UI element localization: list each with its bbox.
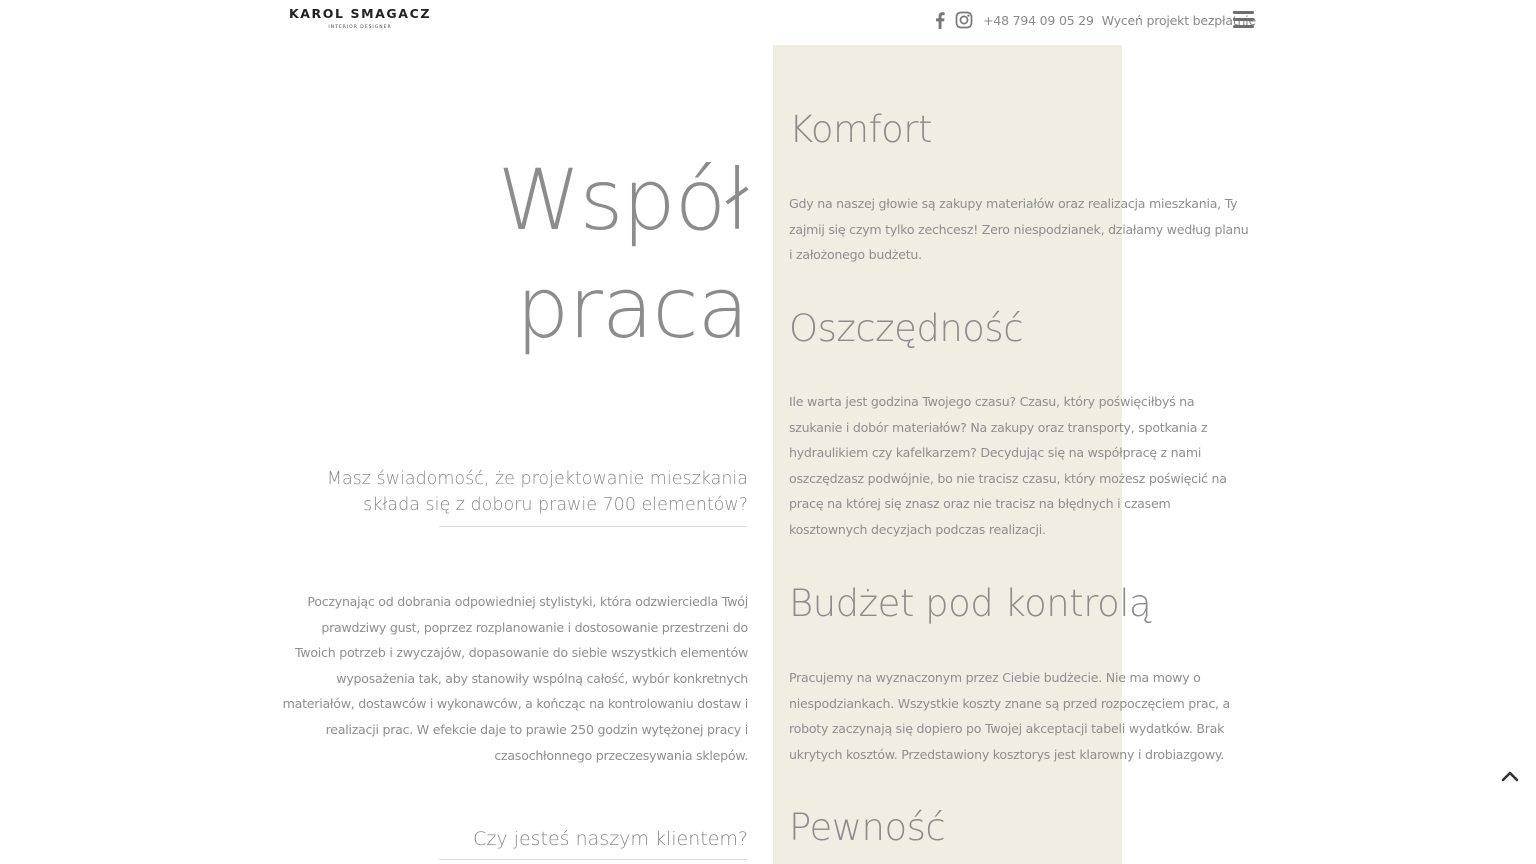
client-question-link[interactable]: Czy jesteś naszym klientem? — [348, 826, 748, 852]
feature-title-budzet: Budżet pod kontrolą — [789, 582, 1152, 625]
intro-paragraph: Poczynając od dobrania odpowiedniej styl… — [282, 594, 749, 763]
divider — [439, 859, 747, 860]
page-title-line-2: praca — [516, 259, 749, 357]
logo[interactable]: KAROL SMAGACZ INTERIOR DESIGNER — [287, 6, 433, 30]
feature-title-komfort: Komfort — [789, 108, 932, 151]
feature-text-oszczednosc: Ile warta jest godzina Twojego czasu? Cz… — [789, 394, 1227, 537]
phone-link[interactable]: +48 794 09 05 29 — [983, 13, 1094, 28]
feature-title-oszczednosc: Oszczędność — [789, 307, 1024, 350]
menu-bar — [1233, 11, 1254, 14]
feature-text-budzet: Pracujemy na wyznaczonym przez Ciebie bu… — [789, 670, 1231, 762]
instagram-icon[interactable] — [955, 11, 973, 29]
feature-title-pewnosc: Pewność — [789, 806, 946, 849]
page-title: Współ praca — [497, 146, 749, 362]
page-title-line-1: Współ — [497, 151, 749, 249]
divider — [439, 526, 747, 527]
intro-question: Masz świadomość, że projektowanie mieszk… — [326, 469, 748, 515]
header-contact-bar: +48 794 09 05 29 Wyceń projekt bezpłatni… — [935, 9, 1256, 31]
feature-text-komfort: Gdy na naszej głowie są zakupy materiałó… — [789, 196, 1249, 263]
logo-name: KAROL SMAGACZ — [288, 6, 432, 21]
facebook-icon[interactable] — [935, 11, 945, 29]
menu-bar — [1233, 18, 1254, 21]
logo-subtitle: INTERIOR DESIGNER — [328, 25, 392, 30]
scroll-to-top-icon[interactable] — [1500, 768, 1520, 784]
page: KAROL SMAGACZ INTERIOR DESIGNER +48 794 … — [0, 0, 1536, 864]
hamburger-menu-icon[interactable] — [1233, 11, 1254, 29]
menu-bar — [1233, 25, 1254, 28]
